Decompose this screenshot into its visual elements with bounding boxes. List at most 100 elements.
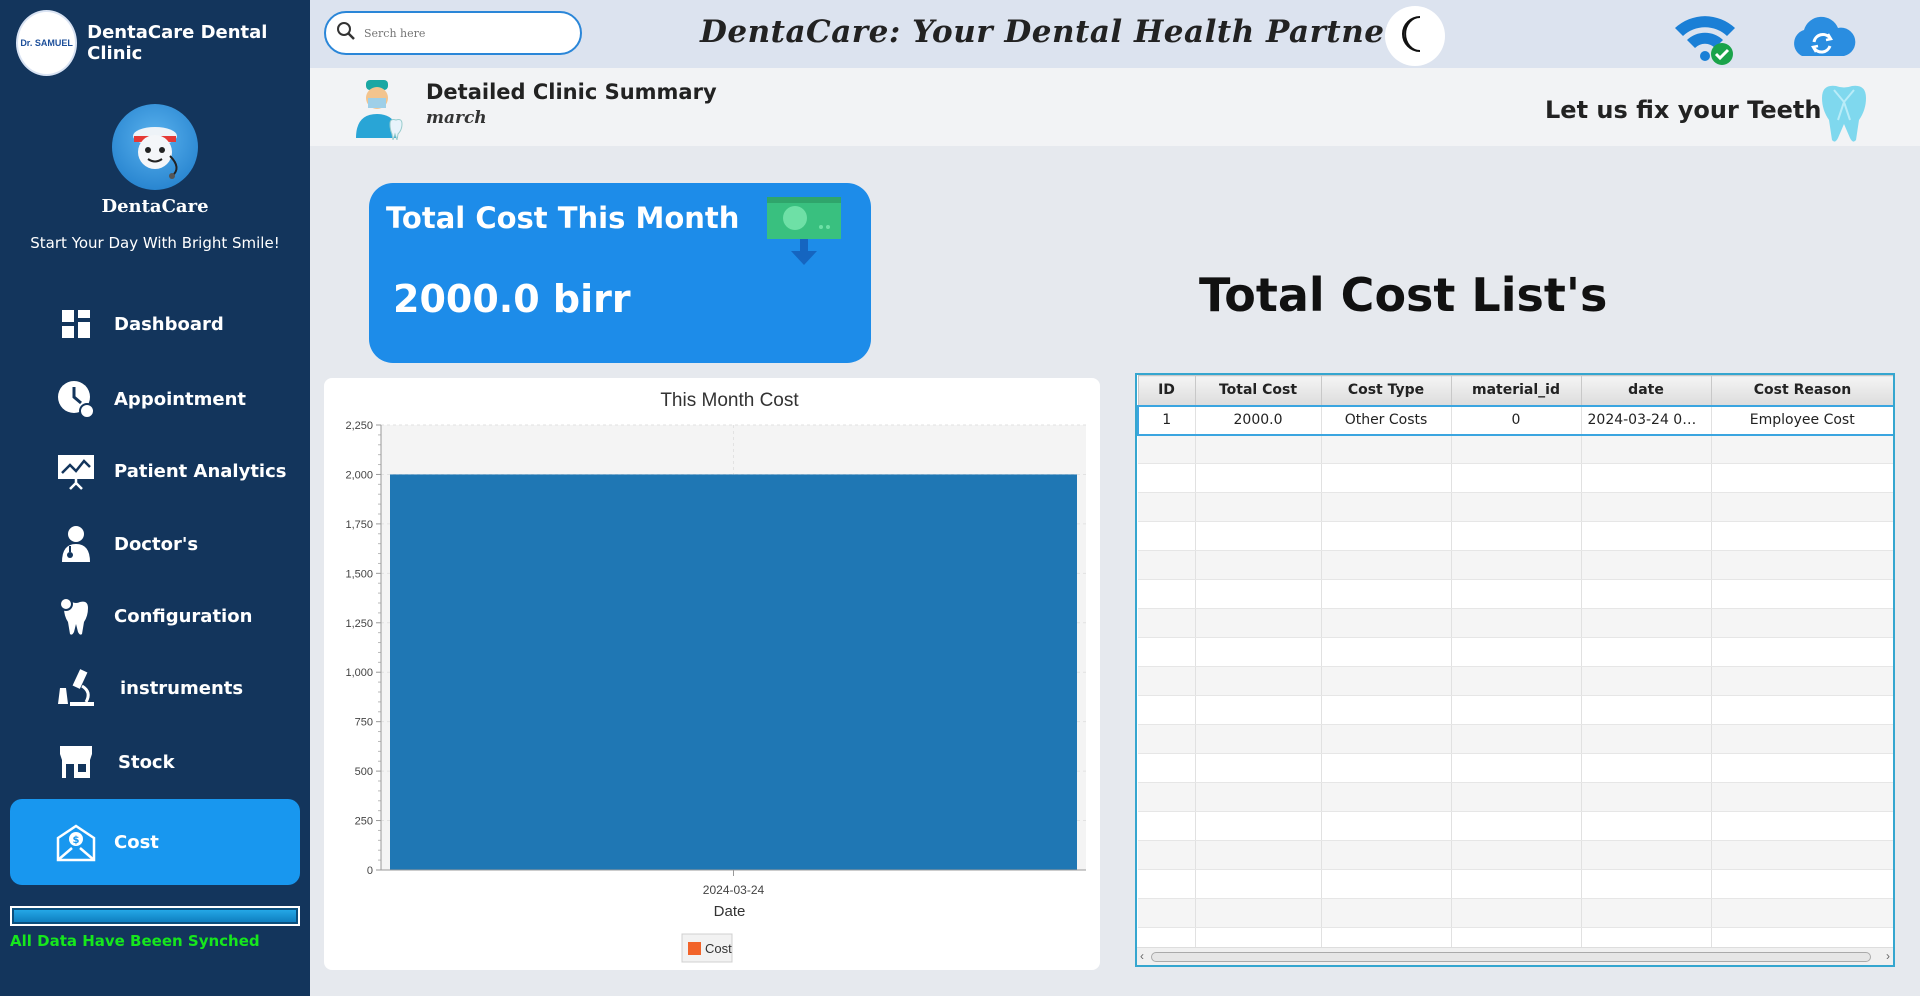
table-cell: 2000.0	[1195, 404, 1322, 436]
app-title: DentaCare: Your Dental Health Partner	[700, 14, 1402, 50]
empty-cell	[1195, 695, 1322, 725]
sidebar: Dr. SAMUEL DentaCare Dental Clinic Denta…	[0, 0, 310, 996]
empty-cell	[1138, 869, 1196, 899]
empty-table-row	[1138, 811, 1893, 841]
sidebar-item-dashboard[interactable]: Dashboard	[10, 294, 300, 354]
column-header-material-id[interactable]: material_id	[1450, 375, 1582, 406]
empty-cell	[1321, 579, 1452, 609]
top-bar: DentaCare: Your Dental Health Partner	[310, 0, 1920, 68]
empty-cell	[1321, 637, 1452, 667]
empty-cell	[1711, 695, 1893, 725]
empty-cell	[1195, 666, 1322, 696]
scroll-right-icon[interactable]: ›	[1886, 949, 1890, 963]
table-cell: 1	[1137, 404, 1196, 436]
empty-cell	[1451, 695, 1582, 725]
empty-table-row	[1138, 782, 1893, 812]
cost-table[interactable]: ID Total Cost Cost Type material_id date…	[1135, 373, 1895, 967]
table-cell: 2024-03-24 08:2...	[1581, 404, 1712, 436]
empty-cell	[1321, 434, 1452, 464]
empty-cell	[1711, 840, 1893, 870]
empty-cell	[1138, 637, 1196, 667]
horizontal-scrollbar[interactable]: ‹ ›	[1137, 947, 1893, 965]
empty-cell	[1451, 463, 1582, 493]
profile-tagline: Start Your Day With Bright Smile!	[30, 234, 280, 252]
cost-list-heading: Total Cost List's	[1199, 268, 1608, 322]
empty-cell	[1581, 463, 1712, 493]
theme-toggle-button[interactable]	[1385, 6, 1445, 66]
sidebar-item-instruments[interactable]: instruments	[10, 658, 300, 718]
y-tick-label: 1,250	[345, 618, 373, 630]
y-tick-label: 1,500	[345, 568, 373, 580]
sidebar-item-label: Patient Analytics	[114, 460, 287, 482]
empty-cell	[1195, 782, 1322, 812]
empty-cell	[1321, 695, 1452, 725]
empty-cell	[1195, 492, 1322, 522]
empty-cell	[1321, 666, 1452, 696]
table-cell: Other Costs	[1321, 404, 1452, 436]
y-tick-label: 250	[355, 816, 373, 828]
y-tick-label: 0	[367, 865, 373, 877]
empty-cell	[1321, 463, 1452, 493]
table-row[interactable]: 1 2000.0 Other Costs 0 2024-03-24 08:2..…	[1137, 404, 1893, 436]
search-icon	[336, 21, 356, 46]
column-header-date[interactable]: date	[1580, 375, 1712, 406]
empty-cell	[1195, 434, 1322, 464]
y-tick-label: 750	[355, 717, 373, 729]
column-header-id[interactable]: ID	[1137, 375, 1196, 406]
x-axis-label: Date	[714, 903, 746, 920]
sidebar-item-cost[interactable]: $ Cost	[10, 799, 300, 885]
empty-table-row	[1138, 724, 1893, 754]
empty-table-row	[1138, 521, 1893, 551]
empty-table-row	[1138, 579, 1893, 609]
search-box[interactable]	[324, 11, 582, 55]
column-header-cost-type[interactable]: Cost Type	[1320, 375, 1452, 406]
empty-cell	[1581, 695, 1712, 725]
sidebar-item-appointment[interactable]: Appointment	[10, 369, 300, 429]
cost-card-title: Total Cost This Month	[386, 201, 740, 235]
logo-text: Dr. SAMUEL	[20, 38, 73, 48]
empty-cell	[1581, 579, 1712, 609]
sidebar-item-stock[interactable]: Stock	[10, 732, 300, 792]
empty-cell	[1711, 782, 1893, 812]
empty-cell	[1581, 434, 1712, 464]
sidebar-item-doctors[interactable]: Doctor's	[10, 514, 300, 574]
empty-cell	[1195, 579, 1322, 609]
svg-text:$: $	[73, 835, 80, 846]
brand: Dr. SAMUEL DentaCare Dental Clinic	[16, 10, 310, 76]
sync-progress-fill	[14, 910, 296, 922]
empty-cell	[1711, 811, 1893, 841]
empty-cell	[1451, 666, 1582, 696]
empty-cell	[1451, 840, 1582, 870]
sidebar-item-label: Cost	[114, 831, 159, 853]
scrollbar-thumb[interactable]	[1151, 952, 1871, 962]
search-input[interactable]	[364, 26, 554, 40]
empty-cell	[1321, 869, 1452, 899]
empty-cell	[1195, 463, 1322, 493]
sidebar-item-label: Doctor's	[114, 533, 199, 555]
empty-table-row	[1138, 840, 1893, 870]
empty-cell	[1581, 724, 1712, 754]
cloud-sync-button[interactable]	[1786, 12, 1858, 62]
page-title: Detailed Clinic Summary	[426, 80, 717, 104]
empty-cell	[1451, 724, 1582, 754]
empty-cell	[1581, 782, 1712, 812]
slogan-text: Let us fix your Teeth	[1545, 96, 1822, 124]
empty-cell	[1451, 608, 1582, 638]
column-header-cost-reason[interactable]: Cost Reason	[1710, 375, 1893, 406]
empty-cell	[1711, 666, 1893, 696]
money-download-icon	[765, 191, 843, 269]
empty-cell	[1581, 840, 1712, 870]
legend-label: Cost	[705, 941, 732, 956]
empty-cell	[1451, 434, 1582, 464]
empty-cell	[1138, 898, 1196, 928]
summary-header: Detailed Clinic Summary march Let us fix…	[310, 68, 1920, 146]
empty-table-row	[1138, 608, 1893, 638]
empty-cell	[1195, 869, 1322, 899]
total-cost-card: Total Cost This Month 2000.0 birr	[369, 183, 871, 363]
scroll-left-icon[interactable]: ‹	[1140, 949, 1144, 963]
sidebar-item-patient-analytics[interactable]: Patient Analytics	[10, 441, 300, 501]
table-cell: Employee Cost	[1711, 404, 1893, 436]
sidebar-item-configuration[interactable]: Configuration	[10, 586, 300, 646]
empty-table-row	[1138, 550, 1893, 580]
column-header-total-cost[interactable]: Total Cost	[1194, 375, 1322, 406]
